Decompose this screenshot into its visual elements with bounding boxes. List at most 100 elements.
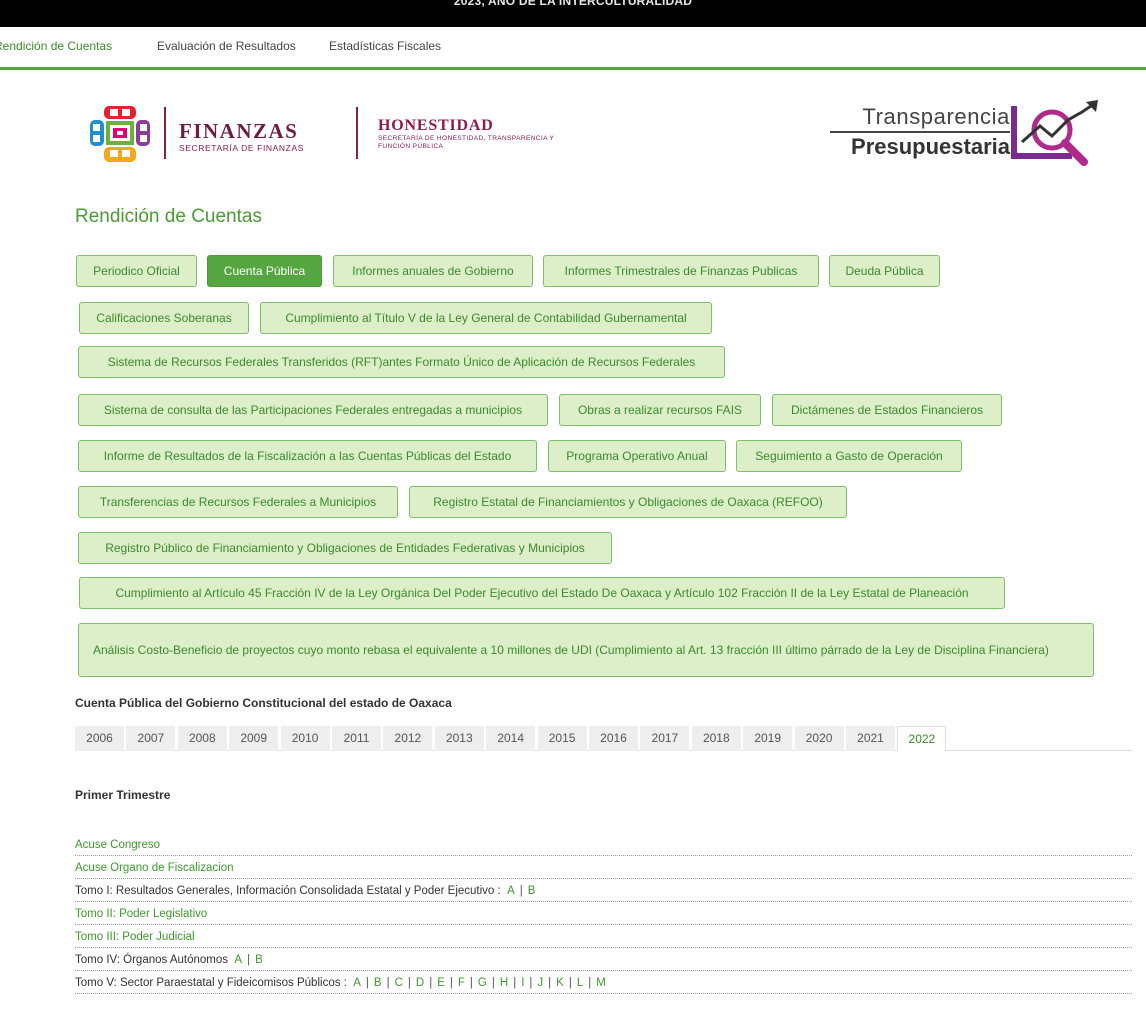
volume-link-i[interactable]: I [521, 977, 524, 989]
link-separator: | [513, 977, 517, 989]
finanzas-title: FINANZAS [179, 119, 299, 143]
link-separator: | [386, 977, 390, 989]
document-row-label[interactable]: Acuse Organo de Fiscalizacion [75, 862, 234, 874]
btn-sistema-rft[interactable]: Sistema de Recursos Federales Transferid… [78, 346, 725, 378]
honestidad-logo: HONESTIDAD SECRETARÍA DE HONESTIDAD, TRA… [356, 107, 586, 159]
volume-link-a[interactable]: A [234, 954, 242, 966]
magnifier-chart-icon [1011, 100, 1098, 166]
volume-link-b[interactable]: B [528, 885, 536, 897]
tab-year-2008[interactable]: 2008 [177, 726, 227, 751]
finanzas-logo: FINANZAS SECRETARÍA DE FINANZAS [164, 107, 342, 159]
document-row[interactable]: Acuse Organo de Fiscalizacion [75, 857, 1132, 879]
document-row-label[interactable]: Tomo II: Poder Legislativo [75, 908, 207, 920]
volume-link-f[interactable]: F [458, 977, 465, 989]
volume-link-b[interactable]: B [374, 977, 382, 989]
tab-year-2013[interactable]: 2013 [434, 726, 484, 751]
tab-year-2019[interactable]: 2019 [743, 726, 793, 751]
section-title: Rendición de Cuentas [75, 206, 262, 227]
cuenta-publica-title: Cuenta Pública del Gobierno Constitucion… [75, 696, 452, 710]
document-row[interactable]: Acuse Congreso [75, 834, 1132, 856]
btn-informes-trimestrales[interactable]: Informes Trimestrales de Finanzas Public… [543, 255, 819, 287]
btn-calificaciones-soberanas[interactable]: Calificaciones Soberanas [79, 302, 249, 334]
btn-informes-anuales[interactable]: Informes anuales de Gobierno [333, 255, 533, 287]
document-row[interactable]: Tomo III: Poder Judicial [75, 926, 1132, 948]
link-separator: | [247, 954, 251, 966]
btn-informe-fiscalizacion[interactable]: Informe de Resultados de la Fiscalizació… [78, 440, 537, 472]
volume-link-m[interactable]: M [596, 977, 606, 989]
year-tabs: 2006 2007 2008 2009 2010 2011 2012 2013 2014 2015… [75, 726, 1132, 752]
document-row: Tomo V: Sector Paraestatal y Fideicomiso… [75, 972, 1132, 994]
btn-seguimiento-gasto[interactable]: Seguimiento a Gasto de Operación [736, 440, 962, 472]
btn-refoo[interactable]: Registro Estatal de Financiamientos y Ob… [409, 486, 847, 518]
top-banner: 2023, AÑO DE LA INTERCULTURALIDAD [0, 0, 1146, 27]
tab-year-2018[interactable]: 2018 [691, 726, 741, 751]
btn-programa-operativo[interactable]: Programa Operativo Anual [548, 440, 726, 472]
btn-cumplimiento-titulo-v[interactable]: Cumplimiento al Título V de la Ley Gener… [260, 302, 712, 334]
volume-link-j[interactable]: J [537, 977, 543, 989]
transparencia-line2: Presupuestaria [851, 133, 1010, 159]
tab-year-2014[interactable]: 2014 [486, 726, 536, 751]
nav-item-estadisticas[interactable]: Estadísticas Fiscales [329, 39, 441, 53]
link-separator: | [365, 977, 369, 989]
banner-text: 2023, AÑO DE LA INTERCULTURALIDAD [453, 0, 693, 8]
btn-obras-fais[interactable]: Obras a realizar recursos FAIS [559, 394, 761, 426]
btn-cumplimiento-articulo-45[interactable]: Cumplimiento al Artículo 45 Fracción IV … [79, 577, 1005, 609]
link-separator: | [548, 977, 552, 989]
tab-year-2011[interactable]: 2011 [332, 726, 381, 751]
tab-year-2010[interactable]: 2010 [280, 726, 330, 751]
transparencia-logo: Transparencia Presupuestaria [820, 104, 1010, 164]
link-separator: | [491, 977, 495, 989]
tab-year-2021[interactable]: 2021 [846, 726, 895, 751]
document-row-label[interactable]: Tomo III: Poder Judicial [75, 931, 195, 943]
volume-link-b[interactable]: B [255, 954, 263, 966]
volume-link-c[interactable]: C [395, 977, 403, 989]
volume-link-e[interactable]: E [437, 977, 445, 989]
btn-cuenta-publica[interactable]: Cuenta Pública [207, 255, 322, 287]
link-separator: | [529, 977, 533, 989]
btn-periodico-oficial[interactable]: Periodico Oficial [76, 255, 197, 287]
document-row-label: Tomo I: Resultados Generales, Informació… [75, 885, 501, 897]
tab-year-2017[interactable]: 2017 [640, 726, 690, 751]
document-row[interactable]: Tomo II: Poder Legislativo [75, 903, 1132, 925]
volume-link-h[interactable]: H [500, 977, 508, 989]
link-separator: | [588, 977, 592, 989]
tab-year-2007[interactable]: 2007 [126, 726, 176, 751]
honestidad-title: HONESTIDAD [378, 117, 494, 134]
finanzas-subtitle: SECRETARÍA DE FINANZAS [179, 143, 304, 153]
link-separator: | [568, 977, 572, 989]
link-separator: | [449, 977, 453, 989]
btn-analisis-costo-beneficio[interactable]: Análisis Costo-Beneficio de proyectos cu… [78, 623, 1094, 677]
transparencia-line1: Transparencia [862, 104, 1010, 129]
volume-link-a[interactable]: A [353, 977, 361, 989]
tab-year-2016[interactable]: 2016 [589, 726, 638, 751]
btn-dictamenes[interactable]: Dictámenes de Estados Financieros [772, 394, 1002, 426]
document-row-label: Tomo V: Sector Paraestatal y Fideicomiso… [75, 977, 347, 989]
volume-link-k[interactable]: K [556, 977, 564, 989]
btn-registro-publico[interactable]: Registro Público de Financiamiento y Obl… [78, 532, 612, 564]
document-row-label[interactable]: Acuse Congreso [75, 839, 160, 851]
tab-year-2015[interactable]: 2015 [537, 726, 587, 751]
volume-link-l[interactable]: L [577, 977, 583, 989]
link-separator: | [469, 977, 473, 989]
oaxaca-emblem-icon [90, 106, 150, 162]
volume-link-g[interactable]: G [478, 977, 487, 989]
btn-deuda-publica[interactable]: Deuda Pública [829, 255, 940, 287]
volume-link-a[interactable]: A [507, 885, 515, 897]
link-separator: | [407, 977, 411, 989]
tab-year-2022[interactable]: 2022 [897, 726, 947, 752]
tab-year-2006[interactable]: 2006 [75, 726, 124, 751]
btn-participaciones-federales[interactable]: Sistema de consulta de las Participacion… [78, 394, 548, 426]
trimestre-heading: Primer Trimestre [75, 788, 171, 802]
btn-transferencias-municipios[interactable]: Transferencias de Recursos Federales a M… [78, 486, 398, 518]
tab-year-2012[interactable]: 2012 [383, 726, 433, 751]
document-row: Tomo IV: Órganos Autónomos A | B [75, 949, 1132, 971]
volume-link-d[interactable]: D [416, 977, 424, 989]
nav-item-evaluacion[interactable]: Evaluación de Resultados [157, 39, 296, 53]
top-nav: Rendición de Cuentas Evaluación de Resul… [0, 27, 1146, 70]
nav-item-rendicion[interactable]: Rendición de Cuentas [0, 39, 112, 53]
document-row-label: Tomo IV: Órganos Autónomos [75, 954, 228, 966]
transparencia-rule [830, 131, 1010, 133]
tab-year-2009[interactable]: 2009 [229, 726, 279, 751]
tab-year-2020[interactable]: 2020 [794, 726, 844, 751]
link-separator: | [519, 885, 523, 897]
